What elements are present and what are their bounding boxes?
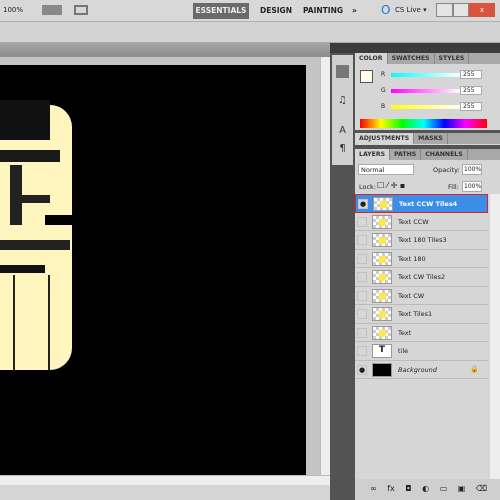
character-icon[interactable]: A — [336, 125, 349, 138]
visibility-toggle[interactable] — [357, 253, 367, 264]
blend-mode-select[interactable]: Normal — [358, 164, 414, 175]
foreground-color-swatch[interactable] — [360, 70, 373, 83]
status-bar — [0, 485, 330, 500]
layer-name: Background — [398, 365, 437, 374]
paragraph-icon[interactable]: ¶ — [336, 143, 349, 156]
application-bar: 100% ESSENTIALS DESIGN PAINTING » O CS L… — [0, 0, 500, 22]
more-workspaces-button[interactable]: » — [352, 6, 357, 15]
tab-color[interactable]: COLOR — [355, 53, 388, 64]
red-value[interactable]: 255 — [460, 70, 482, 79]
layer-name: Text CCW — [398, 217, 429, 226]
brushes-icon[interactable]: ♫ — [336, 95, 349, 108]
green-slider[interactable] — [391, 89, 461, 93]
tab-styles[interactable]: STYLES — [435, 53, 470, 64]
options-bar — [0, 22, 500, 43]
blue-value[interactable]: 255 — [460, 102, 482, 111]
layer-thumbnail — [372, 362, 392, 377]
adjustments-panel: ADJUSTMENTS MASKS — [355, 133, 500, 145]
layer-row[interactable]: Text Tiles1 — [355, 305, 488, 324]
layer-name: tile — [398, 347, 409, 355]
opacity-input[interactable]: 100% — [462, 164, 482, 175]
layer-thumbnail — [373, 197, 393, 211]
zoom-level-dropdown[interactable]: 100% — [3, 6, 23, 14]
restore-button[interactable] — [453, 3, 469, 17]
layer-thumbnail — [372, 270, 392, 284]
layer-thumbnail — [372, 214, 392, 229]
visibility-toggle[interactable] — [357, 309, 367, 319]
layer-name: Text Tiles1 — [398, 310, 433, 318]
workspace-essentials[interactable]: ESSENTIALS — [193, 3, 249, 19]
layer-thumbnail — [372, 288, 392, 303]
visibility-toggle[interactable] — [357, 216, 367, 227]
tab-layers[interactable]: LAYERS — [355, 149, 391, 160]
layer-row[interactable]: Text CW Tiles2 — [355, 268, 488, 287]
layer-action-icons[interactable]: ∞ fx ◘ ◐ ▭ ▣ ⌫ — [355, 479, 500, 500]
layer-list: ● Text CCW Tiles4 Text CCW Text 180 Tiles3 T… — [355, 194, 488, 484]
workspace-painting[interactable]: PAINTING — [303, 6, 343, 15]
layer-name: Text CW Tiles2 — [398, 273, 446, 281]
layer-thumbnail — [372, 251, 392, 266]
workspace-design[interactable]: DESIGN — [260, 6, 292, 15]
tab-paths[interactable]: PATHS — [390, 149, 422, 160]
blue-slider[interactable] — [391, 105, 461, 109]
screen-mode-icon[interactable] — [74, 5, 88, 15]
tab-masks[interactable]: MASKS — [414, 133, 448, 144]
text-artwork — [0, 105, 72, 370]
layer-row[interactable]: ● Text CCW Tiles4 — [355, 194, 488, 213]
tab-swatches[interactable]: SWATCHES — [388, 53, 435, 64]
cs-live-menu[interactable]: CS Live ▾ — [395, 6, 427, 14]
green-value[interactable]: 255 — [460, 86, 482, 95]
layer-name: Text CCW Tiles4 — [399, 200, 458, 208]
layers-scrollbar[interactable] — [490, 194, 500, 484]
color-spectrum[interactable] — [360, 119, 487, 128]
color-panel: COLOR SWATCHES STYLES R 255 G 255 B 255 — [355, 53, 500, 130]
layers-panel: LAYERS PATHS CHANNELS Normal Opacity: 10… — [355, 149, 500, 500]
layer-thumbnail — [372, 233, 392, 247]
minimize-button[interactable] — [436, 3, 453, 17]
tab-adjustments[interactable]: ADJUSTMENTS — [355, 133, 415, 144]
canvas[interactable] — [0, 65, 306, 475]
layer-row[interactable]: Text 180 — [355, 249, 488, 268]
layer-name: Text 180 — [398, 254, 426, 263]
layer-row[interactable]: Ttile — [355, 342, 488, 361]
layer-name: Text — [398, 328, 412, 337]
visibility-toggle[interactable] — [357, 272, 367, 282]
close-button[interactable]: x — [469, 3, 495, 17]
layer-row[interactable]: Text 180 Tiles3 — [355, 231, 488, 250]
visibility-toggle[interactable] — [357, 290, 367, 301]
cs-live-icon: O — [381, 3, 391, 17]
visibility-toggle[interactable] — [357, 235, 367, 245]
vertical-scrollbar[interactable] — [320, 57, 330, 475]
visibility-toggle[interactable] — [357, 327, 367, 338]
layer-row[interactable]: Text — [355, 323, 488, 342]
lock-icon: 🔒 — [470, 364, 479, 373]
arrange-documents-icon[interactable] — [42, 5, 62, 15]
eye-icon[interactable]: ● — [357, 364, 367, 375]
layer-name: Text CW — [398, 291, 425, 300]
red-slider[interactable] — [391, 73, 461, 77]
mini-bridge-icon[interactable] — [336, 65, 349, 78]
panel-icon-strip: ♫ A ¶ — [332, 55, 353, 165]
collapse-panels-bar[interactable] — [330, 43, 500, 53]
document-tab-bar — [0, 43, 330, 57]
layer-row[interactable]: ● Background 🔒 — [355, 360, 488, 379]
layer-thumbnail: T — [372, 344, 392, 358]
horizontal-scrollbar[interactable] — [0, 475, 330, 485]
visibility-toggle[interactable] — [357, 346, 367, 356]
layer-thumbnail — [372, 307, 392, 321]
tab-channels[interactable]: CHANNELS — [421, 149, 468, 160]
layer-thumbnail — [372, 325, 392, 340]
eye-icon[interactable]: ● — [358, 199, 368, 209]
fill-input[interactable]: 100% — [462, 181, 482, 192]
layer-row[interactable]: Text CW — [355, 286, 488, 305]
lock-icons[interactable]: ☐ ⁄ ✛ ▪ — [377, 181, 405, 190]
layer-name: Text 180 Tiles3 — [398, 236, 447, 244]
layer-row[interactable]: Text CCW — [355, 212, 488, 231]
